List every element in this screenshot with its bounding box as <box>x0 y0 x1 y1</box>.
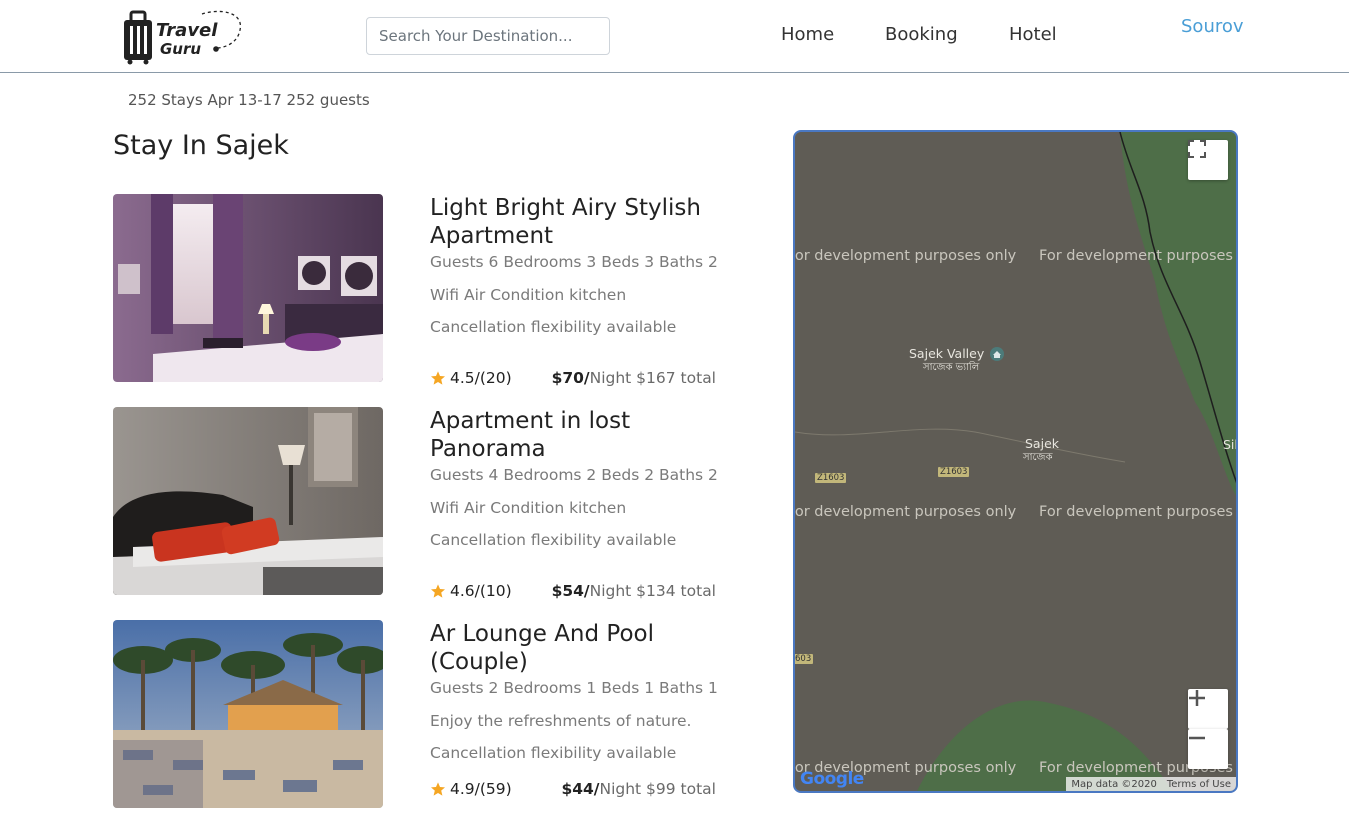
price-total: Night $99 total <box>599 780 716 798</box>
suitcase-logo-icon: Travel Guru <box>124 10 241 65</box>
rating-value: 4.5/(20) <box>450 369 512 387</box>
map-watermark: For development purposes only <box>793 248 1017 264</box>
user-name-link[interactable]: Sourov <box>1181 16 1244 37</box>
map-place-label[interactable]: Sajek <box>1025 436 1059 451</box>
zoom-out-button[interactable] <box>1188 729 1228 769</box>
price-total: Night $134 total <box>589 582 716 600</box>
map-place-local-label: সাজেক <box>1023 452 1053 463</box>
map-terrain-image <box>795 132 1236 791</box>
listing-photo[interactable] <box>113 407 383 595</box>
road-label: Z1603 <box>815 473 847 483</box>
listing-room-details: Guests 6 Bedrooms 3 Beds 3 Baths 2 <box>430 253 718 271</box>
map-data-credit[interactable]: Map data ©2020 <box>1071 779 1156 790</box>
listing-photo[interactable] <box>113 620 383 808</box>
listing-rating-price-row: 4.5/(20) $70/Night $167 total <box>430 369 720 389</box>
listing-title[interactable]: Light Bright Airy Stylish Apartment <box>430 194 720 250</box>
minus-icon <box>1189 736 1205 740</box>
star-icon <box>431 782 445 796</box>
fullscreen-icon <box>1188 140 1206 158</box>
listing-info: Apartment in lost Panorama Guests 4 Bedr… <box>430 407 720 549</box>
listing-price: $70/Night $167 total <box>552 369 716 387</box>
listing-info: Ar Lounge And Pool (Couple) Guests 2 Bed… <box>430 620 720 762</box>
listing-rating-price-row: 4.6/(10) $54/Night $134 total <box>430 582 720 602</box>
beach-lounge-photo-image <box>113 620 383 808</box>
listing-card[interactable]: Apartment in lost Panorama Guests 4 Bedr… <box>113 407 723 600</box>
place-pin-icon[interactable] <box>989 346 1005 362</box>
destination-search-input[interactable] <box>366 17 610 55</box>
star-icon <box>431 584 445 598</box>
google-map[interactable]: For development purposes only For develo… <box>793 130 1238 793</box>
listing-amenities: Enjoy the refreshments of nature. <box>430 712 692 730</box>
nav-hotel-link[interactable]: Hotel <box>1009 24 1057 45</box>
road-label: Z1603 <box>938 467 970 477</box>
map-place-label: Sil <box>1223 437 1238 452</box>
listing-room-details: Guests 2 Bedrooms 1 Beds 1 Baths 1 <box>430 679 718 697</box>
listing-title[interactable]: Apartment in lost Panorama <box>430 407 720 463</box>
listing-card[interactable]: Light Bright Airy Stylish Apartment Gues… <box>113 194 723 387</box>
listing-amenities: Wifi Air Condition kitchen <box>430 286 627 304</box>
listing-rating: 4.6/(10) <box>430 582 512 600</box>
map-watermark: For development purposes only <box>793 504 1017 520</box>
listing-photo[interactable] <box>113 194 383 382</box>
bedroom-photo-image <box>113 407 383 595</box>
google-logo: Google <box>800 769 864 789</box>
listing-cancellation-policy: Cancellation flexibility available <box>430 744 677 762</box>
map-watermark: For development purposes only <box>1039 504 1236 520</box>
listing-title[interactable]: Ar Lounge And Pool (Couple) <box>430 620 720 676</box>
listing-rating: 4.5/(20) <box>430 369 512 387</box>
fullscreen-button[interactable] <box>1188 140 1228 180</box>
listing-price: $44/Night $99 total <box>561 780 716 798</box>
listing-cancellation-policy: Cancellation flexibility available <box>430 531 677 549</box>
zoom-in-button[interactable] <box>1188 689 1228 729</box>
price-per-night: $70/ <box>551 369 590 387</box>
price-per-night: $44/ <box>561 780 600 798</box>
price-per-night: $54/ <box>551 582 590 600</box>
travel-guru-logo[interactable]: Travel Guru <box>120 6 245 66</box>
listing-price: $54/Night $134 total <box>552 582 716 600</box>
map-watermark: For development purposes only <box>1039 248 1236 264</box>
nav-home-link[interactable]: Home <box>781 24 834 45</box>
rating-value: 4.9/(59) <box>450 780 512 798</box>
map-attribution: Map data ©2020 Terms of Use <box>1066 777 1236 791</box>
page-title: Stay In Sajek <box>113 130 289 161</box>
listing-card[interactable]: Ar Lounge And Pool (Couple) Guests 2 Bed… <box>113 620 723 810</box>
plus-icon <box>1189 690 1205 706</box>
bedroom-photo-image <box>113 194 383 382</box>
listing-rating-price-row: 4.9/(59) $44/Night $99 total <box>430 780 720 800</box>
terms-of-use-link[interactable]: Terms of Use <box>1167 779 1231 790</box>
stay-summary: 252 Stays Apr 13-17 252 guests <box>128 91 370 109</box>
svg-text:Guru: Guru <box>160 40 201 58</box>
listing-info: Light Bright Airy Stylish Apartment Gues… <box>430 194 720 336</box>
map-place-label[interactable]: Sajek Valley <box>909 346 984 361</box>
road-label: 603 <box>795 654 814 664</box>
price-total: Night $167 total <box>589 369 716 387</box>
nav-booking-link[interactable]: Booking <box>885 24 958 45</box>
google-logo-text: Google <box>800 769 864 789</box>
listing-amenities: Wifi Air Condition kitchen <box>430 499 627 517</box>
top-navbar: Travel Guru Home Booking Hotel Sourov <box>0 0 1349 73</box>
listing-cancellation-policy: Cancellation flexibility available <box>430 318 677 336</box>
map-place-local-label: সাজেক ভ্যালি <box>923 362 980 373</box>
svg-text:Travel: Travel <box>156 20 218 41</box>
listing-room-details: Guests 4 Bedrooms 2 Beds 2 Baths 2 <box>430 466 718 484</box>
listing-rating: 4.9/(59) <box>430 780 512 798</box>
rating-value: 4.6/(10) <box>450 582 512 600</box>
star-icon <box>431 371 445 385</box>
